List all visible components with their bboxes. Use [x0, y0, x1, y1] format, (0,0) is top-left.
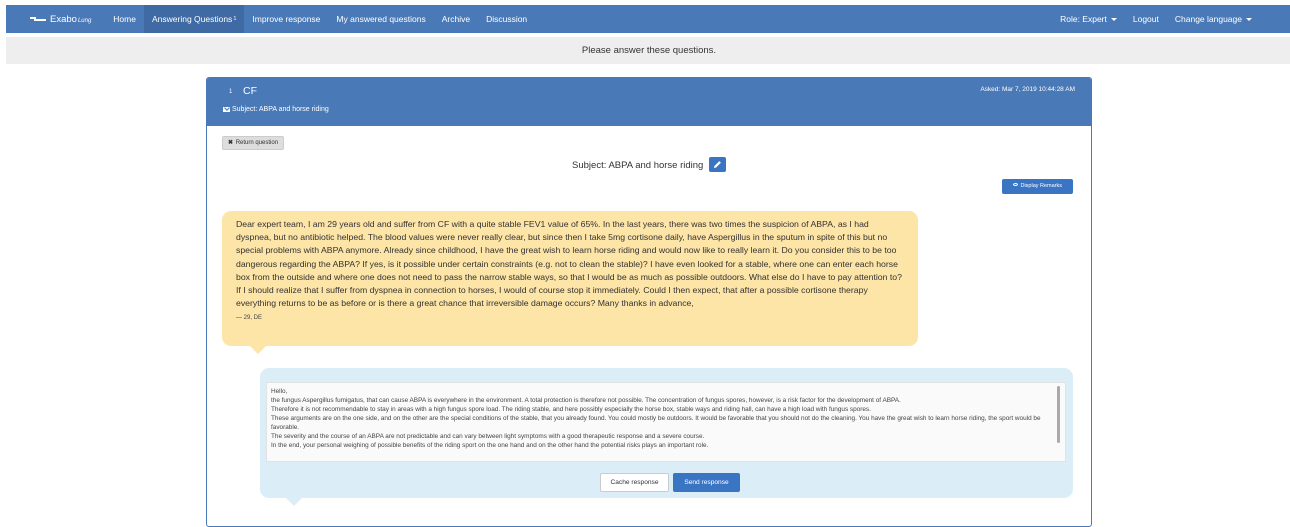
nav-right: Role: Expert Logout Change language — [1052, 5, 1260, 33]
subject-row: Subject: ABPA and horse riding — [207, 157, 1091, 173]
question-subject-line: Subject: ABPA and horse riding — [223, 106, 329, 113]
question-panel: 1 CF Asked: Mar 7, 2019 10:44:28 AM Subj… — [206, 77, 1092, 527]
caret-down-icon — [1246, 17, 1252, 21]
brand-name: Exabo — [50, 13, 77, 25]
return-question-label: Return question — [235, 140, 279, 146]
answer-scrollbar[interactable] — [1057, 386, 1060, 443]
answer-textarea[interactable]: Hello, the fungus Aspergillus fumigatus,… — [266, 382, 1066, 462]
nav-my-answered-questions[interactable]: My answered questions — [328, 5, 433, 33]
edit-subject-button[interactable] — [708, 157, 726, 172]
return-question-button[interactable]: ✖ Return question — [222, 136, 285, 150]
eye-icon — [1012, 183, 1018, 187]
nav-badge: 1 — [233, 16, 237, 22]
top-navbar: Exabo Lung Home Answering Questions 1 Imp… — [6, 5, 1290, 33]
instruction-banner: Please answer these questions. — [6, 37, 1290, 64]
answer-text: Hello, the fungus Aspergillus fumigatus,… — [271, 388, 1041, 449]
question-asked-date: Asked: Mar 7, 2019 10:44:28 AM — [980, 86, 1075, 93]
language-dropdown[interactable]: Change language — [1167, 5, 1260, 33]
pencil-icon — [713, 161, 721, 169]
role-label: Role: Expert — [1060, 14, 1107, 24]
subject-heading: Subject: ABPA and horse riding — [572, 160, 704, 172]
caret-down-icon — [1110, 17, 1117, 21]
question-author: — 29, DE — [236, 315, 263, 322]
question-bubble: Dear expert team, I am 29 years old and … — [222, 211, 918, 354]
nav-archive[interactable]: Archive — [434, 5, 478, 33]
nav-answering-questions-label: Answering Questions — [151, 14, 233, 24]
language-label: Change language — [1174, 14, 1242, 24]
cache-response-button[interactable]: Cache response — [600, 473, 669, 492]
brand-sub: Lung — [77, 17, 92, 24]
nav-improve-response[interactable]: Improve response — [244, 5, 328, 33]
logout-link[interactable]: Logout — [1125, 5, 1167, 33]
question-text: Dear expert team, I am 29 years old and … — [236, 219, 902, 309]
question-title: CF — [243, 85, 257, 97]
subject-line-text: Subject: ABPA and horse riding — [232, 106, 329, 113]
display-remarks-button[interactable]: Display Remarks — [1002, 179, 1073, 194]
nav-answering-questions[interactable]: Answering Questions 1 — [143, 5, 245, 33]
answer-bubble: Hello, the fungus Aspergillus fumigatus,… — [260, 368, 1073, 506]
question-number: 1 — [229, 89, 233, 95]
lungs-logo-icon — [30, 16, 46, 22]
brand[interactable]: Exabo Lung — [30, 14, 91, 25]
question-header: 1 CF Asked: Mar 7, 2019 10:44:28 AM Subj… — [207, 78, 1091, 126]
role-dropdown[interactable]: Role: Expert — [1052, 5, 1125, 33]
display-remarks-label: Display Remarks — [1020, 183, 1063, 189]
close-icon: ✖ — [228, 140, 234, 146]
envelope-icon — [223, 107, 230, 112]
nav-discussion[interactable]: Discussion — [478, 5, 535, 33]
nav-home[interactable]: Home — [105, 5, 144, 33]
send-response-button[interactable]: Send response — [673, 473, 740, 492]
